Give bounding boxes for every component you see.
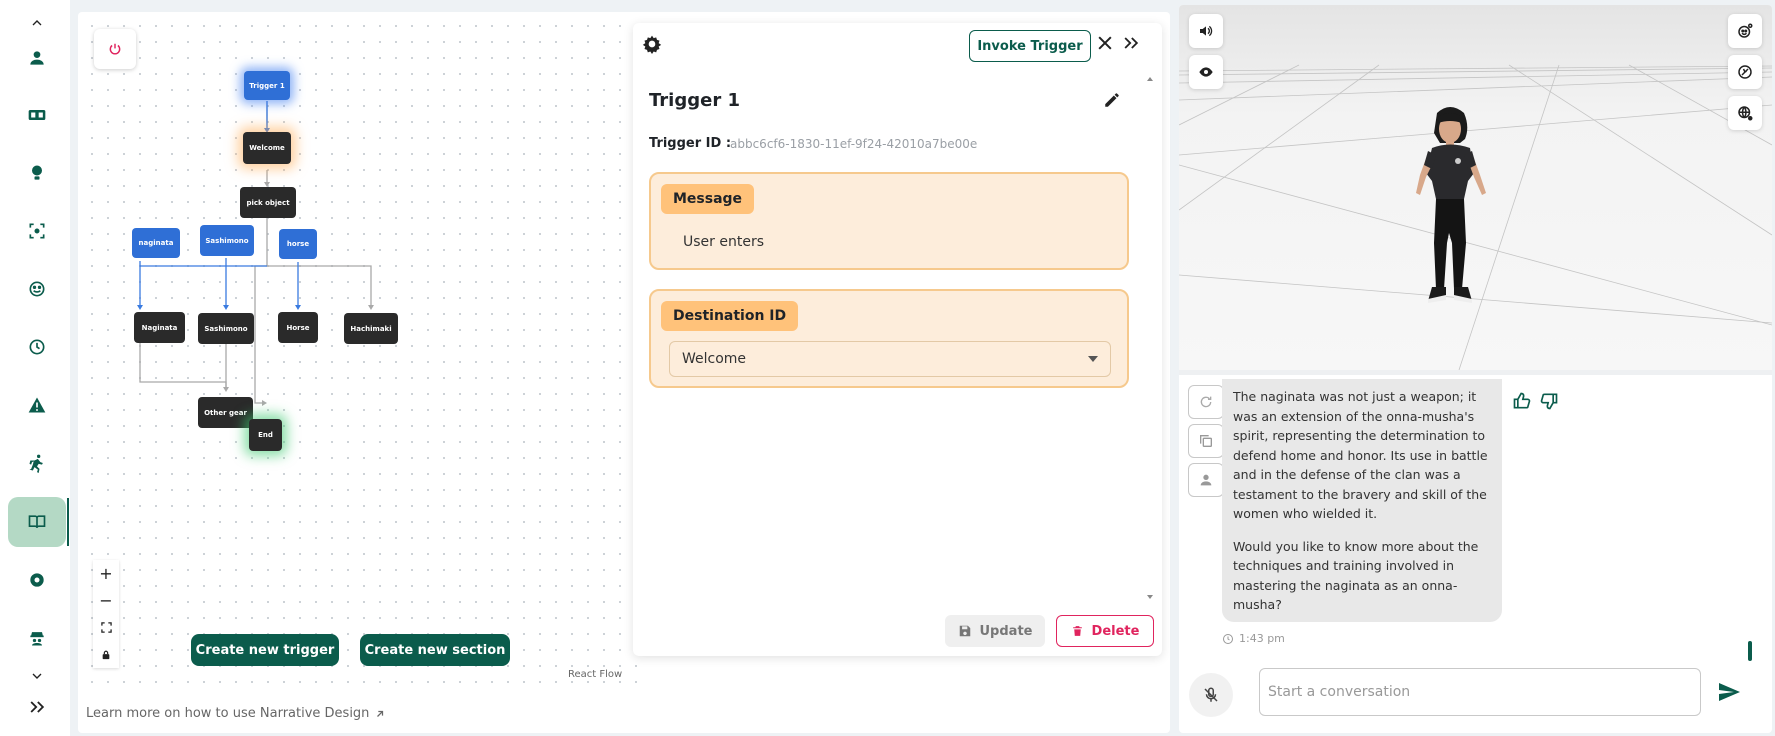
panel-scrollbar[interactable] [1145,73,1155,603]
fit-view-icon[interactable] [93,614,119,641]
chat-timestamp: 1:43 pm [1222,632,1285,645]
react-flow-attribution[interactable]: React Flow [568,669,622,680]
destination-select-value: Welcome [682,351,747,367]
node-welcome[interactable]: Welcome [243,132,291,164]
nav-settings-icon[interactable] [8,555,66,605]
mic-off-icon [1204,687,1218,702]
chat-divider [1179,370,1772,375]
trigger-id-value: abbc6cf6-1830-11ef-9f24-42010a7be00e [730,137,978,151]
copy-icon [1200,435,1212,447]
zoom-in-icon[interactable]: + [93,560,119,587]
globe-settings-icon [1738,106,1753,121]
trigger-id-label: Trigger ID : [649,136,732,151]
gesture-button[interactable] [1728,55,1762,89]
node-naginata-trigger[interactable]: naginata [132,228,180,258]
node-other-gear[interactable]: Other gear [198,397,253,428]
node-horse-trigger[interactable]: horse [279,229,317,259]
node-pick-object[interactable]: pick object [240,187,296,218]
close-icon[interactable] [1095,33,1115,59]
chat-message-paragraph-1: The naginata was not just a weapon; it w… [1233,389,1488,521]
clock-icon [1223,633,1233,644]
thumbs-up-icon[interactable] [1512,391,1532,415]
zoom-controls: + − [93,560,119,668]
visibility-button[interactable] [1189,55,1223,89]
invoke-trigger-button[interactable]: Invoke Trigger [969,30,1091,62]
node-sashimono-trigger[interactable]: Sashimono [200,225,254,256]
save-icon [959,625,970,637]
learn-more-link[interactable]: Learn more on how to use Narrative Desig… [86,706,385,721]
message-tag: Message [661,184,755,214]
nav-history-icon[interactable] [8,322,66,372]
node-horse[interactable]: Horse [278,312,318,343]
destination-card: Destination ID Welcome [649,289,1129,388]
avatar-character [1416,107,1486,303]
create-new-section-button[interactable]: Create new section [360,634,510,666]
delete-label: Delete [1091,623,1140,639]
chat-message-bubble: The naginata was not just a weapon; it w… [1222,379,1502,622]
create-new-trigger-button[interactable]: Create new trigger [191,634,339,666]
emotion-button[interactable] [1728,14,1762,48]
nav-expand-icon[interactable] [8,690,66,724]
trigger-title: Trigger 1 [649,90,740,111]
regenerate-button[interactable] [1188,385,1224,419]
eye-icon [1199,67,1213,77]
panel-settings-icon[interactable] [642,34,662,54]
zoom-out-icon[interactable]: − [93,587,119,614]
flow-edges [137,101,374,406]
nav-scroll-down-icon[interactable] [8,664,66,688]
node-sashimono[interactable]: Sashimono [198,313,254,344]
collapse-panel-icon[interactable] [1121,33,1141,58]
node-naginata[interactable]: Naginata [134,312,185,343]
chat-message-paragraph-2: Would you like to know more about the te… [1233,538,1479,613]
edit-title-icon[interactable] [1103,91,1121,113]
chat-timestamp-text: 1:43 pm [1239,632,1285,645]
chevron-down-icon [1088,356,1098,362]
nav-agent-icon[interactable] [8,613,66,663]
nav-warning-icon[interactable] [8,380,66,430]
destination-select[interactable]: Welcome [669,341,1111,377]
face-settings-icon [1738,23,1753,38]
nav-emotion-icon[interactable] [8,264,66,314]
language-button[interactable] [1728,96,1762,130]
learn-more-text: Learn more on how to use Narrative Desig… [86,706,370,721]
message-text: User enters [683,234,764,250]
lock-icon[interactable] [93,641,119,668]
chat-input[interactable]: Start a conversation [1259,668,1701,716]
nav-profile-icon[interactable] [8,33,66,83]
nav-active-indicator [67,498,69,546]
external-link-icon [377,710,384,717]
user-icon [1200,474,1212,486]
trash-icon [1072,626,1082,636]
flow-canvas[interactable]: Trigger 1 Welcome pick object naginata S… [78,12,638,692]
thumbs-down-icon[interactable] [1539,391,1559,415]
nav-ideas-icon[interactable] [8,148,66,198]
nav-action-icon[interactable] [8,438,66,488]
nav-scan-icon[interactable] [8,206,66,256]
chat-scrollbar[interactable] [1748,641,1752,661]
node-hachimaki[interactable]: Hachimaki [344,313,398,344]
update-button[interactable]: Update [945,615,1045,647]
delete-button[interactable]: Delete [1056,615,1154,647]
trigger-details-panel: Invoke Trigger Trigger 1 Trigger ID : ab… [633,23,1162,656]
refresh-icon [1200,396,1212,408]
node-end[interactable]: End [249,419,282,451]
left-nav [0,0,70,736]
node-trigger-1[interactable]: Trigger 1 [244,71,290,100]
update-label: Update [979,623,1033,639]
avatar-chat-panel: The naginata was not just a weapon; it w… [1179,5,1772,733]
3d-scene[interactable] [1179,5,1772,371]
message-card: Message User enters [649,172,1129,270]
nav-translate-icon[interactable] [8,90,66,140]
mic-button[interactable] [1189,673,1233,717]
chat-input-placeholder: Start a conversation [1268,684,1411,700]
sound-button[interactable] [1189,14,1223,48]
gesture-off-icon [1738,65,1752,79]
speaker-icon [1200,25,1213,37]
destination-tag: Destination ID [661,301,799,331]
nav-narrative-design-icon[interactable] [8,497,66,547]
copy-button[interactable] [1188,424,1224,458]
send-icon[interactable] [1717,680,1741,708]
speaker-avatar-button[interactable] [1188,463,1224,497]
